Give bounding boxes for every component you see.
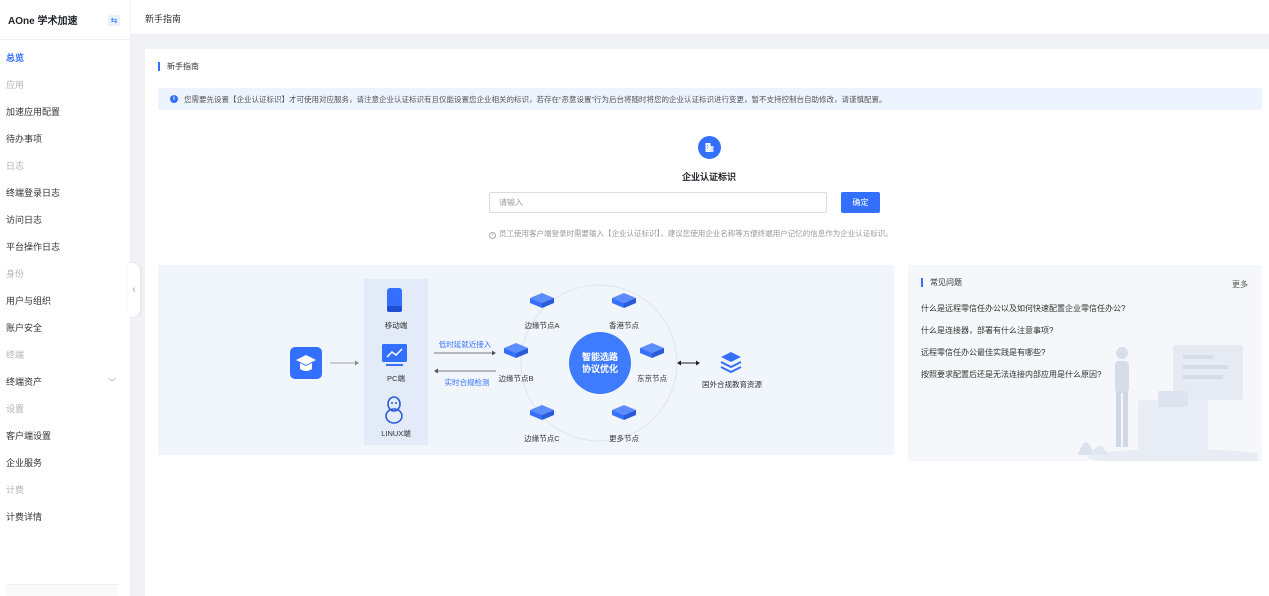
top-bar: 新手指南 bbox=[131, 0, 1269, 35]
sidebar-item-label: 应用 bbox=[6, 80, 25, 90]
node-label: 更多节点 bbox=[609, 434, 639, 443]
hint-text: 员工使用客户端登录时需要输入【企业认证标识】，建议您使用企业名称等方便终端用户记… bbox=[499, 229, 893, 238]
sidebar-item[interactable]: 企业服务 bbox=[0, 450, 130, 477]
main-card: 新手指南 i 您需要先设置【企业认证标识】才可使用对应服务，请注意企业认证标识有… bbox=[145, 49, 1269, 596]
sidebar-item[interactable]: 用户与组织 bbox=[0, 288, 130, 315]
node-label: 边缘节点B bbox=[498, 374, 534, 383]
faq-item[interactable]: 什么是远程零信任办公以及如何快速配置企业零信任办公? bbox=[921, 303, 1125, 325]
client-label: PC端 bbox=[387, 374, 405, 383]
hub-line: 智能选路 bbox=[581, 352, 618, 362]
sidebar-item[interactable]: 计费详情 bbox=[0, 504, 130, 531]
faq-title: 常见问题 bbox=[921, 278, 962, 287]
section-title: 新手指南 bbox=[158, 62, 199, 71]
sidebar-item-label: 身份 bbox=[6, 269, 25, 279]
sidebar-item-label: 总览 bbox=[6, 53, 25, 63]
node-label: 边缘节点C bbox=[524, 434, 560, 443]
client-label: 移动端 bbox=[384, 321, 408, 330]
identity-hint: i 员工使用客户端登录时需要输入【企业认证标识】，建议您使用企业名称等方便终端用户… bbox=[489, 228, 893, 239]
sidebar-item-label: 账户安全 bbox=[6, 323, 43, 333]
building-icon bbox=[698, 136, 721, 159]
collapse-sidebar-button[interactable]: ‹ bbox=[128, 263, 140, 317]
swap-icon[interactable]: ⇆ bbox=[108, 15, 120, 26]
node-icon bbox=[612, 405, 636, 420]
node-label: 东京节点 bbox=[637, 374, 667, 383]
node-icon bbox=[640, 343, 664, 358]
node-icon bbox=[530, 405, 554, 420]
identity-title: 企业认证标识 bbox=[681, 172, 736, 182]
sidebar-item-label: 访问日志 bbox=[6, 215, 43, 225]
sidebar-item[interactable]: 加速应用配置 bbox=[0, 99, 130, 126]
arrow-label-top: 低时延就近接入 bbox=[438, 340, 492, 349]
info-icon: i bbox=[170, 95, 178, 103]
school-icon bbox=[290, 347, 322, 379]
alert-text: 您需要先设置【企业认证标识】才可使用对应服务，请注意企业认证标识有且仅能设置您企… bbox=[184, 94, 887, 104]
node-icon bbox=[612, 293, 636, 308]
app-title: AOne 学术加速 bbox=[8, 16, 78, 27]
sidebar-item[interactable]: 待办事项 bbox=[0, 126, 130, 153]
sidebar-group-label: 身份 bbox=[0, 261, 130, 288]
sidebar-item-label: 日志 bbox=[6, 161, 25, 171]
sidebar-item-label: 企业服务 bbox=[6, 458, 43, 468]
sidebar-item-label: 平台操作日志 bbox=[6, 242, 61, 252]
sidebar-item-label: 终端登录日志 bbox=[6, 188, 61, 198]
info-circle-icon: i bbox=[489, 232, 496, 239]
node-label: 香港节点 bbox=[609, 321, 639, 330]
layers-icon bbox=[720, 352, 742, 374]
sidebar-item-label: 客户端设置 bbox=[6, 431, 52, 441]
node-icon bbox=[530, 293, 554, 308]
sidebar-item-label: 用户与组织 bbox=[6, 296, 52, 306]
sidebar-item[interactable]: 总览 bbox=[0, 45, 130, 72]
sidebar-item[interactable]: 终端登录日志 bbox=[0, 180, 130, 207]
sidebar-group-label: 应用 bbox=[0, 72, 130, 99]
sidebar-item[interactable]: 终端资产 ﹀ bbox=[0, 369, 130, 396]
sidebar-item-label: 待办事项 bbox=[6, 134, 43, 144]
sidebar: AOne 学术加速 ⇆ 总览应用加速应用配置 待办事项日志终端登录日志 访问日志平台… bbox=[0, 0, 131, 596]
sidebar-item-label: 终端资产 bbox=[6, 377, 43, 387]
smart-routing-hub: 智能选路 协议优化 bbox=[569, 332, 631, 394]
sidebar-item[interactable]: 平台操作日志 bbox=[0, 234, 130, 261]
diagram-graphics bbox=[290, 279, 742, 445]
sidebar-group-label: 终端 bbox=[0, 342, 130, 369]
sidebar-item-label: 设置 bbox=[6, 404, 25, 414]
faq-panel: 常见问题 更多 什么是远程零信任办公以及如何快速配置企业零信任办公? 什么是连接… bbox=[908, 265, 1262, 461]
faq-more-link[interactable]: 更多 bbox=[1232, 279, 1248, 290]
sidebar-item[interactable]: 客户端设置 bbox=[0, 423, 130, 450]
sidebar-item-label: 计费 bbox=[6, 485, 25, 495]
client-label: LINUX端 bbox=[381, 429, 411, 438]
page-title: 新手指南 bbox=[145, 14, 182, 24]
info-alert: i 您需要先设置【企业认证标识】才可使用对应服务，请注意企业认证标识有且仅能设置… bbox=[158, 88, 1262, 110]
confirm-button[interactable]: 确定 bbox=[841, 192, 880, 213]
sidebar-item-label: 加速应用配置 bbox=[6, 107, 61, 117]
mobile-icon bbox=[387, 288, 402, 312]
network-diagram: 移动端 PC端 LINUX端 低时延就近接入 实时合规检测 边缘节点A 香港节点… bbox=[158, 265, 894, 455]
node-icon bbox=[504, 343, 528, 358]
sidebar-item-label: 终端 bbox=[6, 350, 25, 360]
sidebar-item-label: 计费详情 bbox=[6, 512, 43, 522]
identity-input[interactable] bbox=[489, 192, 827, 213]
sidebar-nav: 总览应用加速应用配置 待办事项日志终端登录日志 访问日志平台操作日志 身份用户与组织账… bbox=[0, 40, 130, 531]
sidebar-footer bbox=[6, 584, 118, 596]
faq-illustration bbox=[1078, 345, 1258, 461]
sidebar-item[interactable]: 账户安全 bbox=[0, 315, 130, 342]
sidebar-item[interactable]: 访问日志 bbox=[0, 207, 130, 234]
node-label: 边缘节点A bbox=[524, 321, 560, 330]
sidebar-group-label: 计费 bbox=[0, 477, 130, 504]
sidebar-group-label: 日志 bbox=[0, 153, 130, 180]
arrow-label-bottom: 实时合规检测 bbox=[444, 378, 490, 387]
sidebar-group-label: 设置 bbox=[0, 396, 130, 423]
destination-label: 国外合规教育资源 bbox=[702, 380, 762, 389]
hub-line: 协议优化 bbox=[581, 364, 618, 374]
chevron-down-icon: ﹀ bbox=[108, 378, 116, 387]
